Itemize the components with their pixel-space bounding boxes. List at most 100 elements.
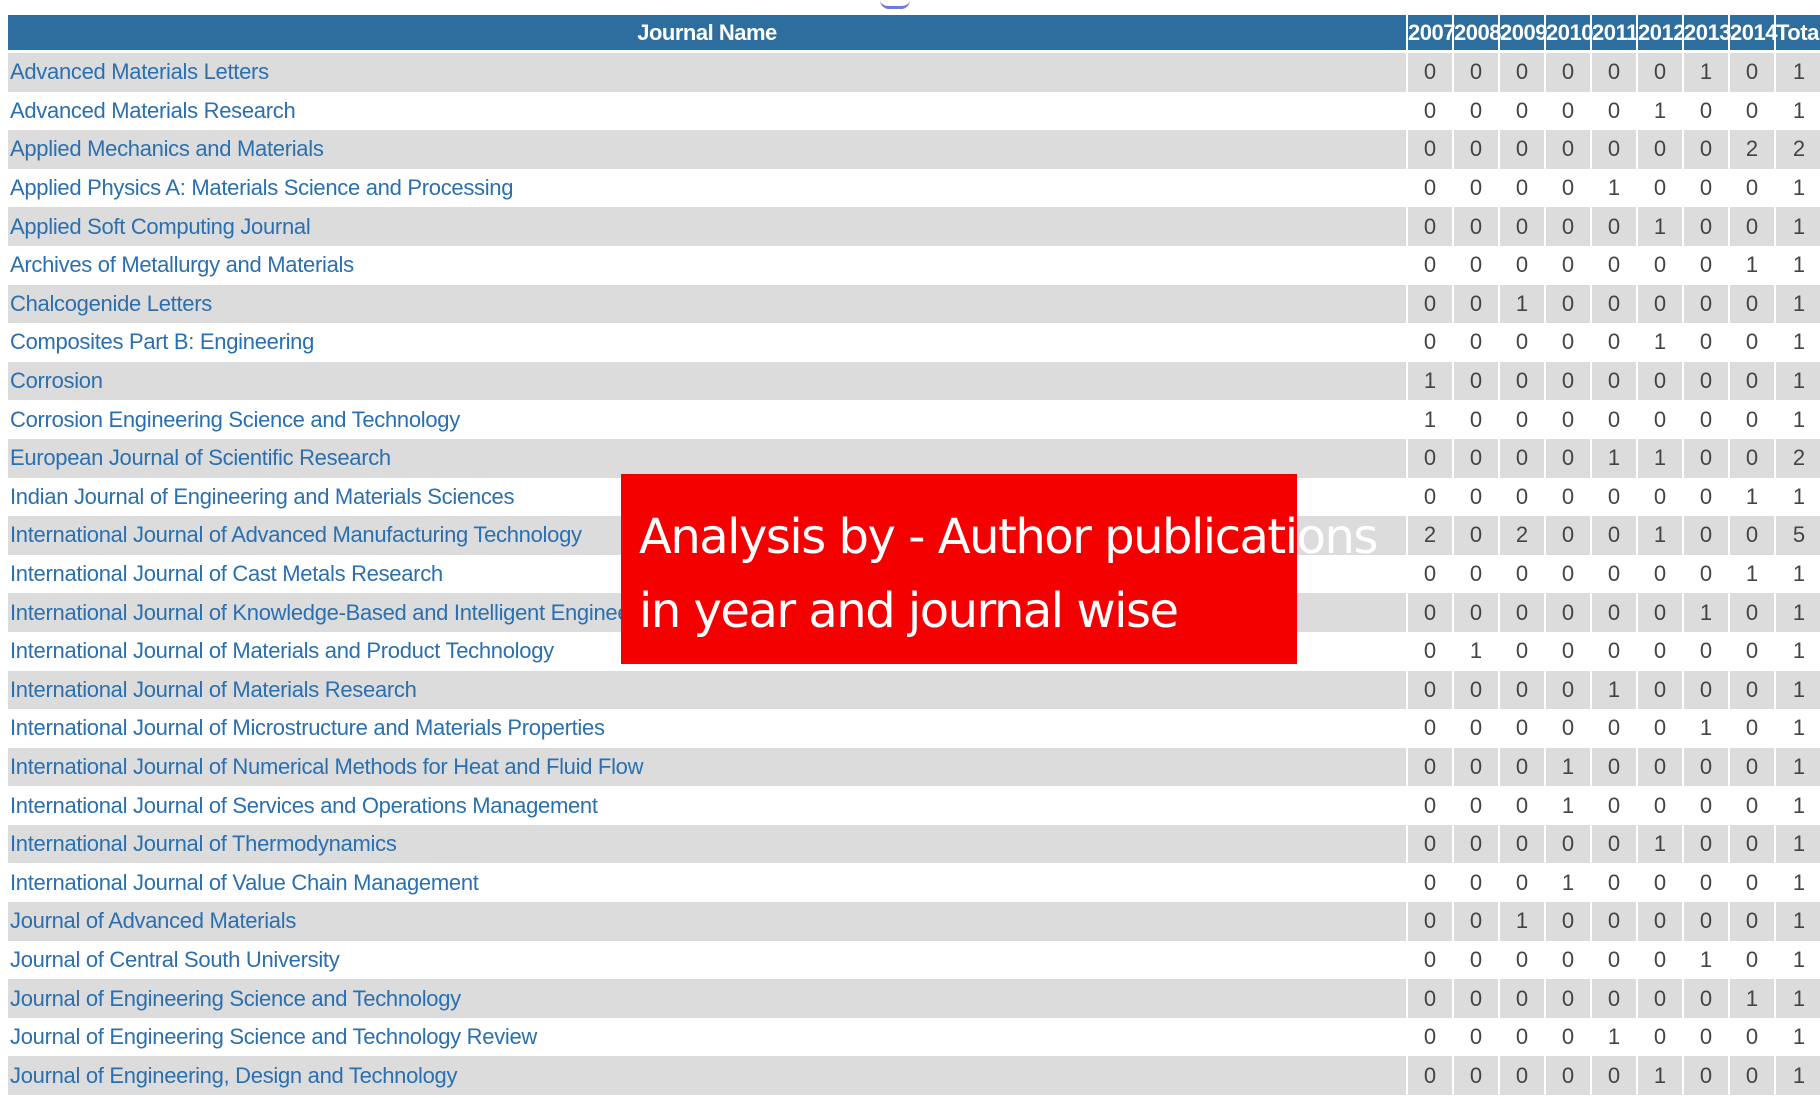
- count-cell-2008: 0: [1454, 53, 1498, 92]
- journal-name-link[interactable]: European Journal of Scientific Research: [8, 438, 1406, 478]
- journal-name-link[interactable]: Advanced Materials Research: [8, 91, 1406, 131]
- table-row: Journal of Engineering Science and Techn…: [8, 1017, 1820, 1057]
- count-cell-2013: 0: [1684, 130, 1728, 169]
- journal-name-link[interactable]: Applied Physics A: Materials Science and…: [8, 168, 1406, 208]
- count-cell-2009: 0: [1500, 323, 1544, 362]
- journal-name-link[interactable]: Corrosion Engineering Science and Techno…: [8, 400, 1406, 439]
- count-cell-2008: 0: [1454, 400, 1498, 439]
- column-header-2011[interactable]: 2011: [1592, 15, 1638, 53]
- count-cell-2012: 0: [1638, 361, 1682, 401]
- table-row: Journal of Advanced Materials 0 0 1 0 0 0 0 0 1: [8, 902, 1820, 941]
- journal-name-link[interactable]: International Journal of Services and Op…: [8, 786, 1406, 825]
- count-cell-2010: 0: [1546, 516, 1590, 555]
- count-cell-2014: 0: [1730, 168, 1774, 208]
- count-cell-total: 1: [1776, 979, 1820, 1018]
- count-cell-2008: 0: [1454, 593, 1498, 632]
- count-cell-total: 1: [1776, 53, 1820, 92]
- table-row: Journal of Central South University 0 0 0 0 0…: [8, 940, 1820, 980]
- table-row: International Journal of Value Chain Man…: [8, 863, 1820, 903]
- count-cell-2011: 0: [1592, 245, 1636, 285]
- count-cell-total: 1: [1776, 670, 1820, 710]
- count-cell-2011: 0: [1592, 207, 1636, 246]
- count-cell-2014: 0: [1730, 709, 1774, 748]
- count-cell-2007: 0: [1408, 593, 1452, 632]
- count-cell-2012: 0: [1638, 477, 1682, 517]
- journal-name-link[interactable]: Corrosion: [8, 361, 1406, 401]
- count-cell-2008: 0: [1454, 516, 1498, 555]
- count-cell-2007: 0: [1408, 554, 1452, 594]
- count-cell-2008: 0: [1454, 709, 1498, 748]
- count-cell-2011: 1: [1592, 168, 1636, 208]
- count-cell-2008: 0: [1454, 554, 1498, 594]
- journal-name-link[interactable]: Applied Mechanics and Materials: [8, 130, 1406, 169]
- journal-name-link[interactable]: Advanced Materials Letters: [8, 53, 1406, 92]
- count-cell-2008: 0: [1454, 747, 1498, 787]
- table-row: Archives of Metallurgy and Materials 0 0 0 0…: [8, 245, 1820, 285]
- count-cell-2011: 0: [1592, 477, 1636, 517]
- journal-name-link[interactable]: Journal of Engineering, Design and Techn…: [8, 1056, 1406, 1096]
- journal-name-link[interactable]: Journal of Central South University: [8, 940, 1406, 980]
- column-header-2007[interactable]: 2007: [1408, 15, 1455, 53]
- count-cell-2013: 0: [1684, 631, 1728, 671]
- count-cell-2010: 0: [1546, 824, 1590, 864]
- count-cell-2009: 0: [1500, 438, 1544, 478]
- count-cell-total: 1: [1776, 824, 1820, 864]
- journal-name-link[interactable]: International Journal of Thermodynamics: [8, 824, 1406, 864]
- count-cell-2014: 1: [1730, 477, 1774, 517]
- column-header-journal-name[interactable]: Journal Name: [8, 15, 1406, 53]
- journal-name-link[interactable]: International Journal of Microstructure …: [8, 709, 1406, 748]
- count-cell-2014: 1: [1730, 979, 1774, 1018]
- count-cell-2014: 0: [1730, 631, 1774, 671]
- count-cell-2007: 1: [1408, 400, 1452, 439]
- count-cell-2011: 1: [1592, 670, 1636, 710]
- journal-name-link[interactable]: Composites Part B: Engineering: [8, 323, 1406, 362]
- count-cell-2011: 1: [1592, 1017, 1636, 1057]
- count-cell-2013: 0: [1684, 1056, 1728, 1096]
- journal-name-link[interactable]: International Journal of Numerical Metho…: [8, 747, 1406, 787]
- column-header-2008[interactable]: 2008: [1454, 15, 1501, 53]
- count-cell-2014: 0: [1730, 670, 1774, 710]
- count-cell-total: 2: [1776, 130, 1820, 169]
- count-cell-2014: 0: [1730, 1056, 1774, 1096]
- count-cell-2014: 0: [1730, 438, 1774, 478]
- journal-name-link[interactable]: International Journal of Value Chain Man…: [8, 863, 1406, 903]
- column-header-total[interactable]: Total: [1776, 15, 1820, 53]
- count-cell-2007: 0: [1408, 863, 1452, 903]
- count-cell-2007: 0: [1408, 902, 1452, 941]
- count-cell-2010: 0: [1546, 902, 1590, 941]
- count-cell-total: 1: [1776, 1056, 1820, 1096]
- journal-name-link[interactable]: International Journal of Materials Resea…: [8, 670, 1406, 710]
- count-cell-2012: 1: [1638, 516, 1682, 555]
- count-cell-2008: 0: [1454, 245, 1498, 285]
- count-cell-total: 1: [1776, 361, 1820, 401]
- journal-name-link[interactable]: Applied Soft Computing Journal: [8, 207, 1406, 246]
- column-header-2014[interactable]: 2014: [1730, 15, 1777, 53]
- count-cell-2007: 0: [1408, 670, 1452, 710]
- count-cell-2014: 0: [1730, 786, 1774, 825]
- journal-name-link[interactable]: Archives of Metallurgy and Materials: [8, 245, 1406, 285]
- journal-name-link[interactable]: Journal of Engineering Science and Techn…: [8, 1017, 1406, 1057]
- count-cell-total: 1: [1776, 631, 1820, 671]
- journal-name-link[interactable]: Journal of Advanced Materials: [8, 902, 1406, 941]
- count-cell-2008: 0: [1454, 786, 1498, 825]
- column-header-2012[interactable]: 2012: [1638, 15, 1685, 53]
- caption-line-2: in year and journal wise: [639, 583, 1179, 639]
- column-header-2010[interactable]: 2010: [1546, 15, 1593, 53]
- count-cell-2009: 0: [1500, 670, 1544, 710]
- count-cell-2007: 0: [1408, 168, 1452, 208]
- count-cell-2009: 0: [1500, 747, 1544, 787]
- count-cell-2010: 0: [1546, 400, 1590, 439]
- count-cell-2009: 0: [1500, 863, 1544, 903]
- count-cell-total: 1: [1776, 786, 1820, 825]
- journal-name-link[interactable]: Chalcogenide Letters: [8, 284, 1406, 324]
- count-cell-2007: 0: [1408, 438, 1452, 478]
- count-cell-2008: 0: [1454, 91, 1498, 131]
- count-cell-2011: 0: [1592, 786, 1636, 825]
- column-header-2009[interactable]: 2009: [1500, 15, 1547, 53]
- journal-name-link[interactable]: Journal of Engineering Science and Techn…: [8, 979, 1406, 1018]
- column-header-2013[interactable]: 2013: [1684, 15, 1731, 53]
- table-row: Advanced Materials Research 0 0 0 0 0 1 0 0 1: [8, 91, 1820, 131]
- count-cell-2014: 0: [1730, 1017, 1774, 1057]
- count-cell-2012: 0: [1638, 670, 1682, 710]
- table-row: European Journal of Scientific Research 0…: [8, 438, 1820, 478]
